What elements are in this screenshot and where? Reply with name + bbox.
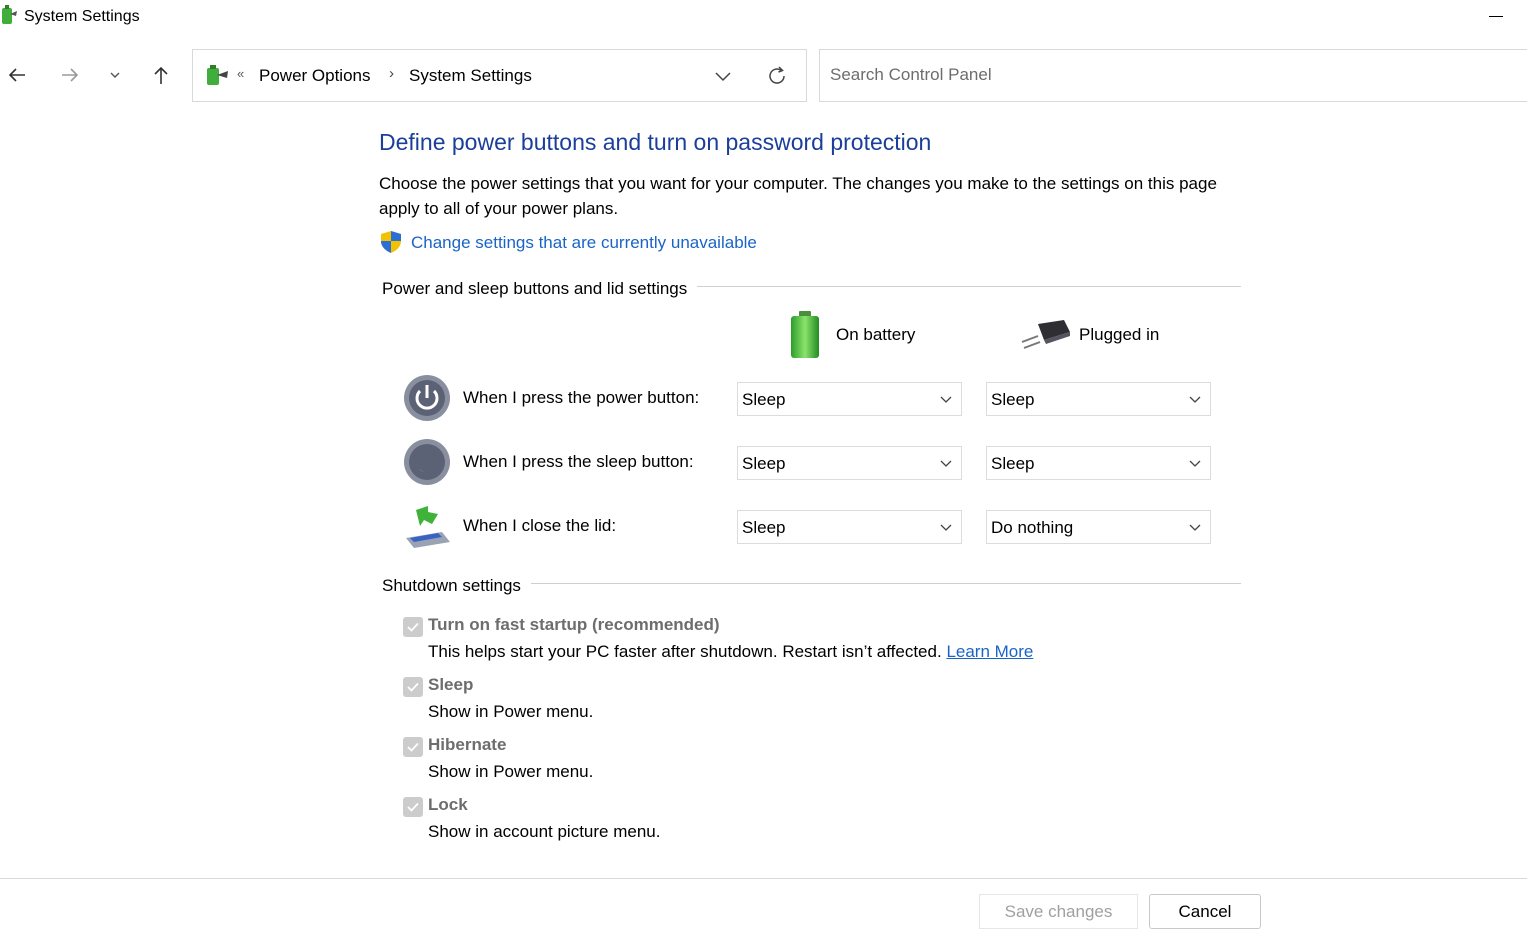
laptop-lid-icon xyxy=(406,506,450,548)
column-plugged-in: Plugged in xyxy=(1079,325,1160,344)
lock-checkbox[interactable] xyxy=(403,797,423,817)
fast-startup-checkbox[interactable] xyxy=(403,617,423,637)
search-box[interactable] xyxy=(819,49,1527,102)
breadcrumb-overflow[interactable]: « xyxy=(237,66,244,81)
power-button-battery-select[interactable]: Sleep xyxy=(737,382,962,416)
checkmark-icon xyxy=(407,622,419,632)
lock-title: Lock xyxy=(428,795,468,814)
up-button[interactable] xyxy=(146,60,176,90)
checkmark-icon xyxy=(407,742,419,752)
chevron-down-icon xyxy=(1189,396,1201,403)
learn-more-link[interactable]: Learn More xyxy=(946,642,1033,661)
change-settings-link[interactable]: Change settings that are currently unava… xyxy=(411,233,757,253)
power-button-label: When I press the power button: xyxy=(463,388,700,407)
cancel-button[interactable]: Cancel xyxy=(1149,894,1261,929)
arrow-up-icon xyxy=(154,66,168,84)
chevron-down-icon xyxy=(1189,524,1201,531)
window-title: System Settings xyxy=(24,8,140,25)
sleep-button-battery-select[interactable]: Sleep xyxy=(737,446,962,480)
battery-icon xyxy=(791,311,819,358)
search-input[interactable] xyxy=(830,65,1430,85)
save-changes-button[interactable]: Save changes xyxy=(979,894,1138,929)
power-button-icon xyxy=(404,375,450,421)
sleep-description: Show in Power menu. xyxy=(428,702,594,721)
lock-description: Show in account picture menu. xyxy=(428,822,661,841)
chevron-down-icon xyxy=(1189,460,1201,467)
checkmark-icon xyxy=(407,802,419,812)
arrow-left-icon xyxy=(8,68,25,82)
chevron-down-icon[interactable] xyxy=(711,64,735,88)
arrow-right-icon xyxy=(62,68,79,82)
refresh-icon[interactable] xyxy=(765,64,789,88)
breadcrumb-separator[interactable]: › xyxy=(389,65,394,82)
sleep-checkbox[interactable] xyxy=(403,677,423,697)
chevron-down-icon xyxy=(940,524,952,531)
fast-startup-title: Turn on fast startup (recommended) xyxy=(428,615,720,634)
power-options-app-icon xyxy=(2,5,17,24)
breadcrumb-power-options[interactable]: Power Options xyxy=(259,66,371,86)
power-options-icon xyxy=(207,65,228,85)
chevron-down-icon xyxy=(940,396,952,403)
power-plug-icon xyxy=(1021,320,1070,349)
close-lid-label: When I close the lid: xyxy=(463,516,617,535)
title-bar: System Settings xyxy=(0,0,1527,36)
hibernate-title: Hibernate xyxy=(428,735,507,754)
footer-divider xyxy=(0,878,1527,879)
recent-locations-button[interactable] xyxy=(100,60,130,90)
page-title: Define power buttons and turn on passwor… xyxy=(379,129,932,155)
shutdown-section-label: Shutdown settings xyxy=(382,576,531,596)
power-section-label: Power and sleep buttons and lid settings xyxy=(382,279,698,299)
sleep-button-label: When I press the sleep button: xyxy=(463,452,694,471)
breadcrumb-system-settings[interactable]: System Settings xyxy=(409,66,532,86)
close-lid-battery-select[interactable]: Sleep xyxy=(737,510,962,544)
sleep-title: Sleep xyxy=(428,675,474,694)
chevron-down-icon xyxy=(110,72,120,78)
fast-startup-description: This helps start your PC faster after sh… xyxy=(428,642,1034,661)
page-description: Choose the power settings that you want … xyxy=(379,174,1217,218)
chevron-down-icon xyxy=(940,460,952,467)
close-lid-plugged-select[interactable]: Do nothing xyxy=(986,510,1211,544)
sleep-button-plugged-select[interactable]: Sleep xyxy=(986,446,1211,480)
hibernate-checkbox[interactable] xyxy=(403,737,423,757)
checkmark-icon xyxy=(407,682,419,692)
uac-shield-icon xyxy=(381,231,401,253)
column-on-battery: On battery xyxy=(836,325,916,344)
power-button-plugged-select[interactable]: Sleep xyxy=(986,382,1211,416)
minimize-button[interactable] xyxy=(1486,4,1508,26)
hibernate-description: Show in Power menu. xyxy=(428,762,594,781)
forward-button[interactable] xyxy=(55,60,85,90)
address-bar[interactable]: « Power Options › System Settings xyxy=(192,49,807,102)
sleep-button-icon xyxy=(404,439,450,485)
back-button[interactable] xyxy=(2,60,32,90)
